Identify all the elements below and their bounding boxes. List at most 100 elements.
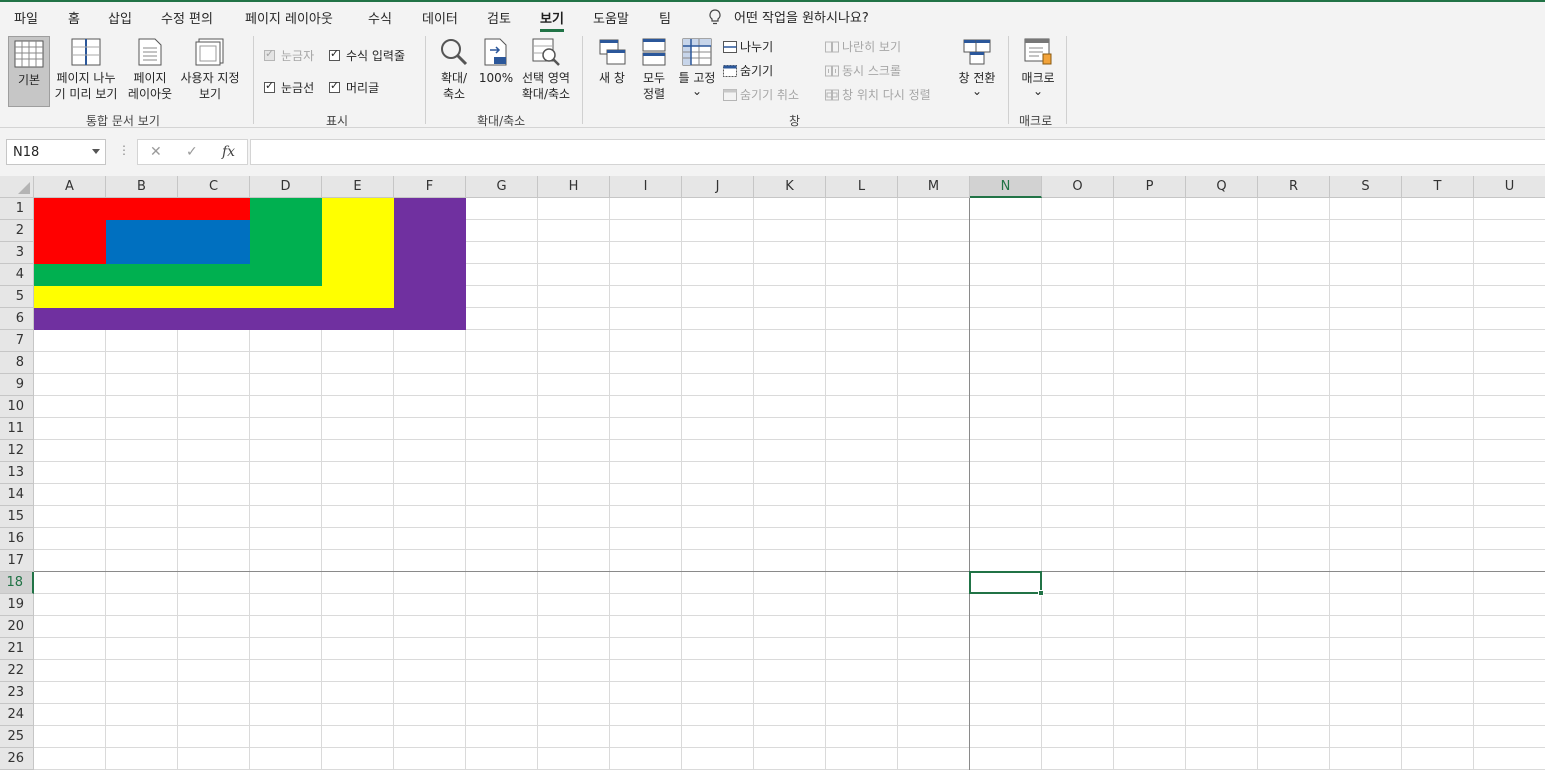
enter-icon[interactable]: ✓ [186, 144, 198, 160]
row-header-21[interactable]: 21 [0, 638, 34, 660]
column-header-e[interactable]: E [322, 176, 394, 198]
tab-formulas[interactable]: 수식 [368, 8, 392, 27]
tab-review[interactable]: 검토 [487, 8, 511, 27]
row-header-4[interactable]: 4 [0, 264, 34, 286]
active-cell[interactable] [969, 571, 1044, 596]
row-header-1[interactable]: 1 [0, 198, 34, 220]
column-header-p[interactable]: P [1114, 176, 1186, 198]
normal-view-button[interactable]: 기본 [8, 36, 50, 107]
column-header-a[interactable]: A [34, 176, 106, 198]
row-header-26[interactable]: 26 [0, 748, 34, 770]
switch-windows-button[interactable]: 창 전환 ⌄ [954, 38, 1000, 108]
split-line-horizontal[interactable] [34, 571, 1545, 572]
cancel-icon[interactable]: ✕ [150, 144, 162, 160]
row-header-22[interactable]: 22 [0, 660, 34, 682]
arrange-all-button[interactable]: 모두 정렬 [636, 38, 672, 108]
row-header-16[interactable]: 16 [0, 528, 34, 550]
row-header-13[interactable]: 13 [0, 462, 34, 484]
split-line-vertical[interactable] [969, 198, 970, 770]
synchronous-scrolling-button[interactable]: 동시 스크롤 [825, 62, 901, 79]
column-header-t[interactable]: T [1402, 176, 1474, 198]
custom-views-button[interactable]: 사용자 지정 보기 [176, 38, 244, 108]
tell-me-search[interactable]: 어떤 작업을 원하시나요? [708, 7, 869, 26]
column-header-c[interactable]: C [178, 176, 250, 198]
row-header-11[interactable]: 11 [0, 418, 34, 440]
resize-handle-icon[interactable]: ⋮ [118, 143, 130, 157]
tab-insert[interactable]: 삽입 [108, 8, 132, 27]
tab-help[interactable]: 도움말 [593, 8, 629, 27]
zoom-button[interactable]: 확대/ 축소 [434, 38, 474, 108]
row-header-8[interactable]: 8 [0, 352, 34, 374]
name-box[interactable]: N18 [6, 139, 106, 165]
hide-window-button[interactable]: 숨기기 [723, 62, 773, 79]
row-header-12[interactable]: 12 [0, 440, 34, 462]
gridlines-checkbox[interactable]: 눈금선 [264, 79, 314, 96]
column-header-g[interactable]: G [466, 176, 538, 198]
chevron-down-icon: ⌄ [1032, 84, 1044, 98]
column-header-s[interactable]: S [1330, 176, 1402, 198]
tab-data[interactable]: 데이터 [422, 8, 458, 27]
column-header-u[interactable]: U [1474, 176, 1545, 198]
column-header-b[interactable]: B [106, 176, 178, 198]
column-header-k[interactable]: K [754, 176, 826, 198]
row-header-5[interactable]: 5 [0, 286, 34, 308]
zoom-100-button[interactable]: 100% [477, 38, 515, 108]
row-header-23[interactable]: 23 [0, 682, 34, 704]
chevron-down-icon[interactable] [92, 149, 100, 154]
freeze-panes-button[interactable]: 틀 고정 ⌄ [676, 38, 718, 108]
row-header-24[interactable]: 24 [0, 704, 34, 726]
new-window-button[interactable]: 새 창 [594, 38, 630, 108]
tab-edit-convenience[interactable]: 수정 편의 [161, 8, 213, 27]
row-header-2[interactable]: 2 [0, 220, 34, 242]
row-header-20[interactable]: 20 [0, 616, 34, 638]
column-header-n[interactable]: N [970, 176, 1042, 198]
excel-window: 파일 홈 삽입 수정 편의 페이지 레이아웃 수식 데이터 검토 보기 도움말 … [0, 0, 1545, 770]
insert-function-icon[interactable]: fx [222, 144, 235, 160]
column-header-f[interactable]: F [394, 176, 466, 198]
unhide-window-button[interactable]: 숨기기 취소 [723, 86, 799, 103]
row-header-9[interactable]: 9 [0, 374, 34, 396]
row-header-3[interactable]: 3 [0, 242, 34, 264]
row-header-19[interactable]: 19 [0, 594, 34, 616]
column-header-d[interactable]: D [250, 176, 322, 198]
view-side-by-side-button[interactable]: 나란히 보기 [825, 38, 901, 55]
ruler-checkbox[interactable]: 눈금자 [264, 47, 314, 64]
tab-page-layout[interactable]: 페이지 레이아웃 [245, 8, 333, 27]
formula-input[interactable] [250, 139, 1545, 165]
normal-view-label: 기본 [17, 73, 41, 87]
row-header-14[interactable]: 14 [0, 484, 34, 506]
page-layout-view-button[interactable]: 페이지 레이아웃 [124, 38, 176, 108]
column-header-r[interactable]: R [1258, 176, 1330, 198]
group-divider [425, 36, 426, 124]
group-divider [1066, 36, 1067, 124]
column-header-l[interactable]: L [826, 176, 898, 198]
select-all-button[interactable] [0, 176, 34, 198]
column-header-q[interactable]: Q [1186, 176, 1258, 198]
column-header-j[interactable]: J [682, 176, 754, 198]
tab-home[interactable]: 홈 [68, 8, 80, 27]
row-header-7[interactable]: 7 [0, 330, 34, 352]
row-header-15[interactable]: 15 [0, 506, 34, 528]
zoom-to-selection-button[interactable]: 선택 영역 확대/축소 [517, 38, 575, 108]
reset-window-position-button[interactable]: 창 위치 다시 정렬 [825, 86, 931, 103]
row-header-18[interactable]: 18 [0, 572, 34, 594]
filled-range-b2-c3[interactable] [106, 220, 250, 264]
page-break-preview-button[interactable]: 페이지 나누 기 미리 보기 [51, 38, 121, 108]
macros-button[interactable]: 매크로 ⌄ [1016, 38, 1060, 108]
tab-file[interactable]: 파일 [14, 8, 38, 27]
cell-area[interactable] [34, 198, 1545, 770]
row-header-6[interactable]: 6 [0, 308, 34, 330]
column-header-h[interactable]: H [538, 176, 610, 198]
column-header-m[interactable]: M [898, 176, 970, 198]
row-header-10[interactable]: 10 [0, 396, 34, 418]
fill-handle[interactable] [1038, 590, 1044, 596]
row-header-25[interactable]: 25 [0, 726, 34, 748]
tab-view[interactable]: 보기 [540, 8, 564, 32]
column-header-o[interactable]: O [1042, 176, 1114, 198]
tab-team[interactable]: 팀 [659, 8, 671, 27]
row-header-17[interactable]: 17 [0, 550, 34, 572]
headings-checkbox[interactable]: 머리글 [329, 79, 379, 96]
column-header-i[interactable]: I [610, 176, 682, 198]
split-button[interactable]: 나누기 [723, 38, 773, 55]
formula-bar-checkbox[interactable]: 수식 입력줄 [329, 47, 405, 64]
